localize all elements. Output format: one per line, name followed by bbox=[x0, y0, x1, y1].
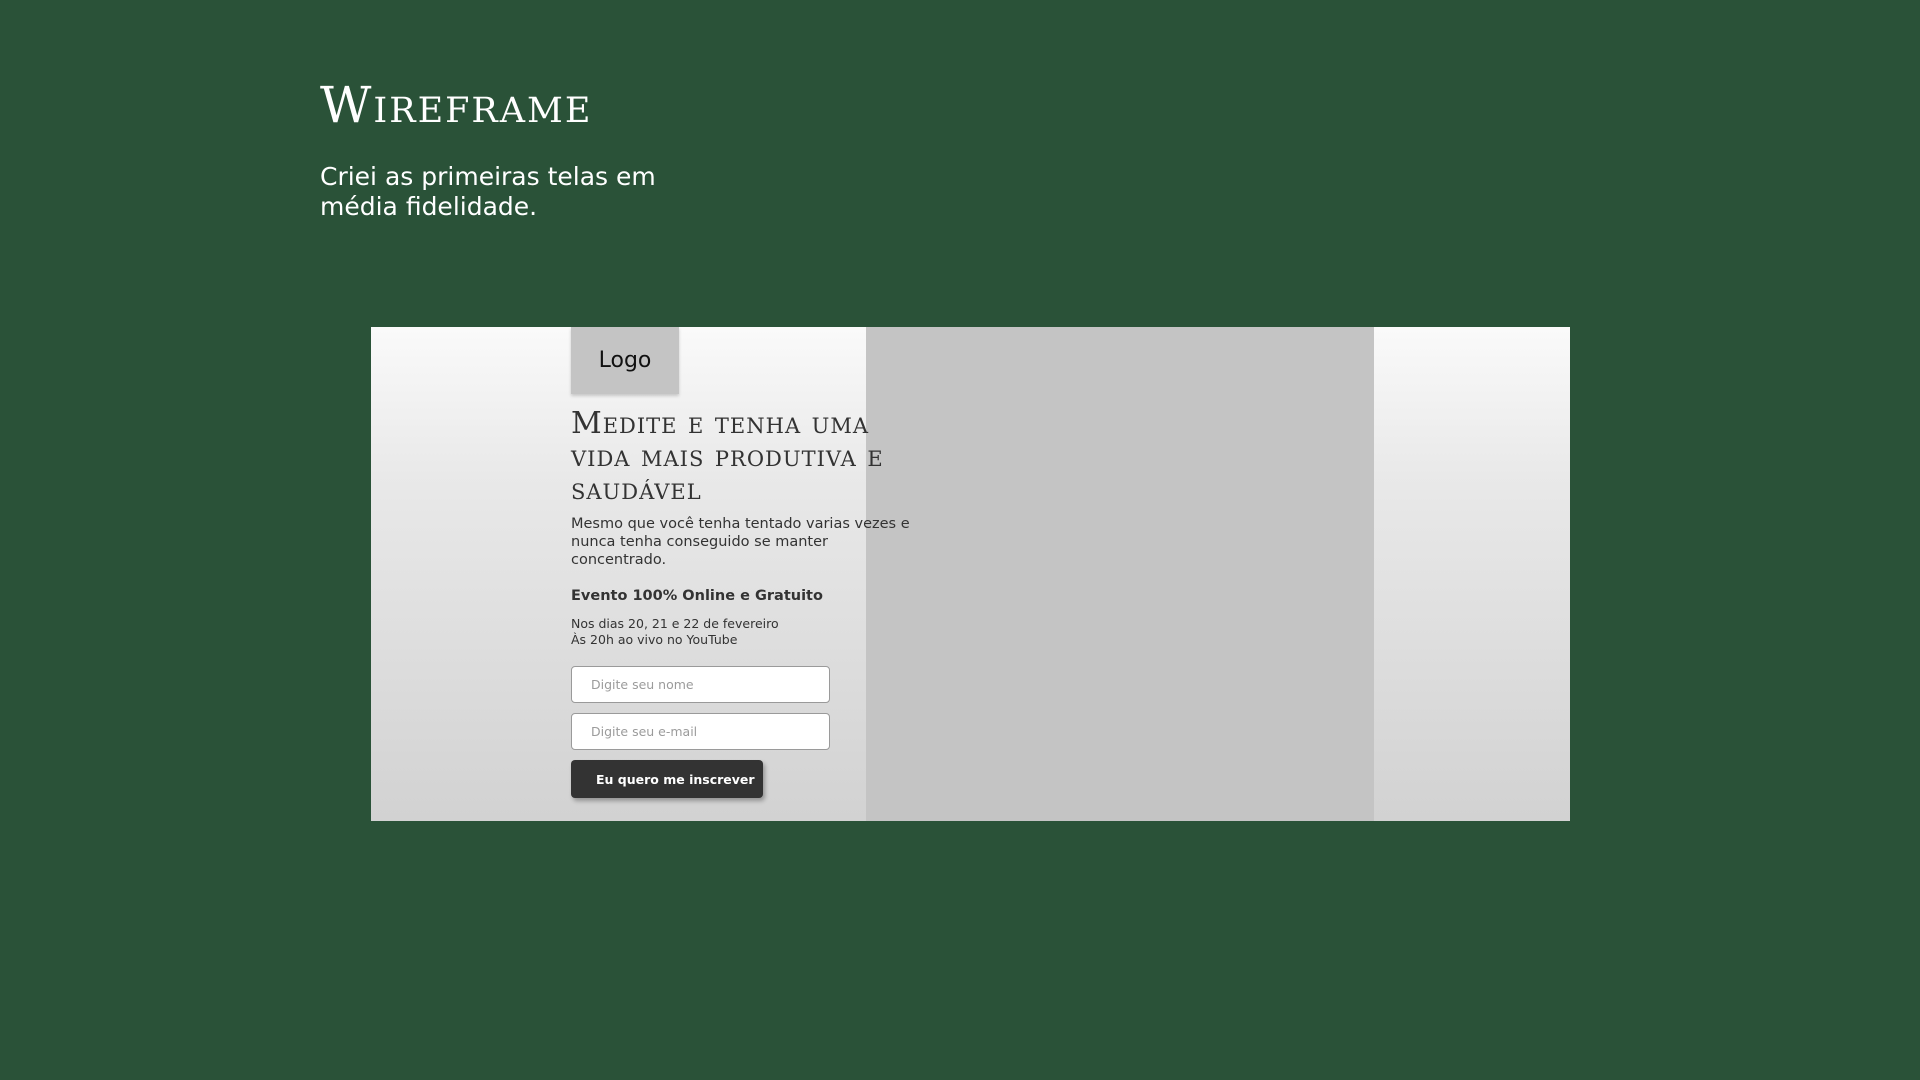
email-input[interactable] bbox=[571, 713, 830, 750]
wireframe-mockup: Logo Medite e tenha uma vida mais produt… bbox=[371, 327, 1570, 821]
logo-label: Logo bbox=[598, 348, 652, 373]
event-dates-line: Nos dias 20, 21 e 22 de fevereiro bbox=[571, 616, 779, 631]
logo-placeholder: Logo bbox=[571, 327, 679, 394]
event-heading: Evento 100% Online e Gratuito bbox=[571, 588, 823, 604]
name-input[interactable] bbox=[571, 666, 830, 703]
subscribe-button[interactable]: Eu quero me inscrever bbox=[571, 760, 763, 798]
hero-image-placeholder bbox=[866, 327, 1374, 821]
slide-title: Wireframe bbox=[320, 76, 593, 134]
hero-description: Mesmo que você tenha tentado varias veze… bbox=[571, 516, 910, 568]
event-time-line: Às 20h ao vivo no YouTube bbox=[571, 632, 738, 647]
presentation-slide: Wireframe Criei as primeiras telas em mé… bbox=[0, 0, 1920, 1080]
event-schedule: Nos dias 20, 21 e 22 de fevereiro Às 20h… bbox=[571, 616, 779, 648]
slide-subtitle: Criei as primeiras telas em média fideli… bbox=[320, 162, 656, 221]
hero-title: Medite e tenha uma vida mais produtiva e… bbox=[571, 406, 884, 507]
